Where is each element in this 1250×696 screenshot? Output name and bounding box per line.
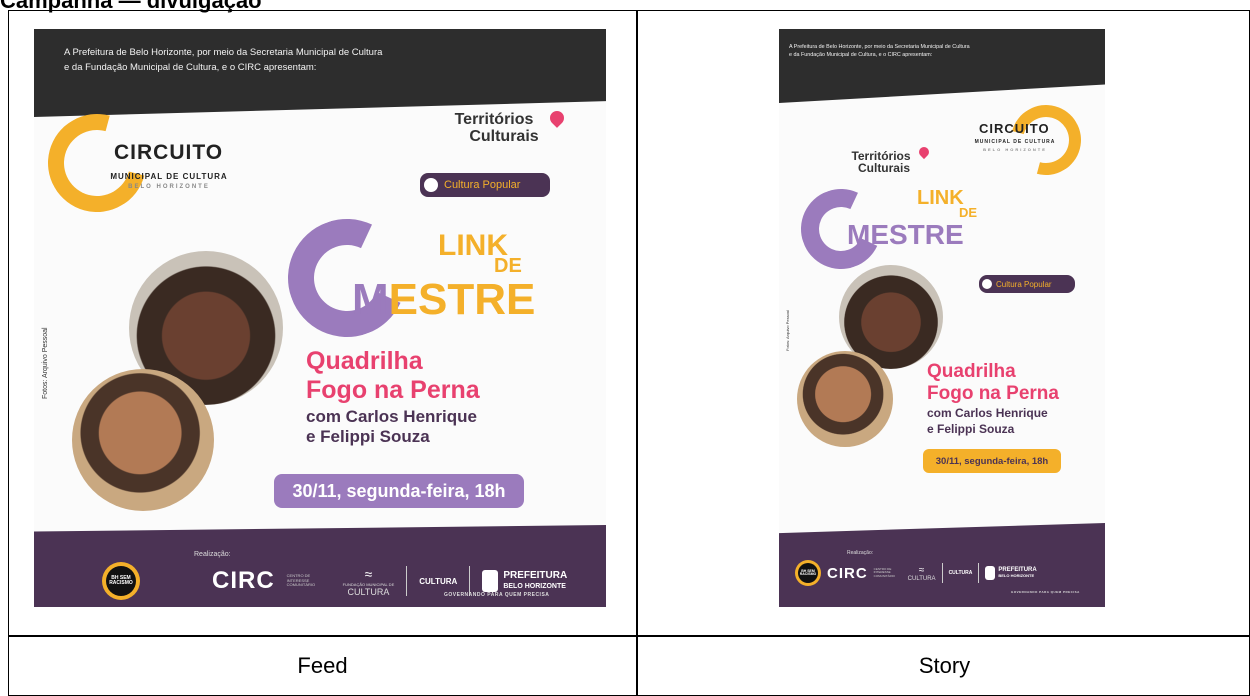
date-text: 30/11, segunda-feira, 18h xyxy=(935,455,1049,467)
bh-sem-racismo-logo: BH SEM RACISMO xyxy=(102,562,140,600)
location-pin-icon xyxy=(547,108,567,128)
com-line1: com Carlos Henrique xyxy=(306,407,477,426)
governando-slogan: GOVERNANDO PARA QUEM PRECISA xyxy=(444,592,550,598)
category-pill: Cultura Popular xyxy=(420,173,550,197)
story-poster: A Prefeitura de Belo Horizonte, por meio… xyxy=(779,29,1105,607)
prefeitura-word: PREFEITURA xyxy=(998,566,1037,573)
intro-band xyxy=(779,29,1105,103)
comparison-table: A Prefeitura de Belo Horizonte, por meio… xyxy=(8,10,1250,696)
circuito-title: CIRCUITO xyxy=(979,121,1050,136)
photo-credit: Fotos: Arquivo Pessoal xyxy=(42,327,49,399)
bh-sem-racismo-logo: BH SEM RACISMO xyxy=(795,560,821,586)
photo-credit: Fotos: Arquivo Pessoal xyxy=(785,310,790,351)
feed-poster: A Prefeitura de Belo Horizonte, por meio… xyxy=(34,29,606,607)
circ-logo: CIRC xyxy=(827,564,868,582)
column-divider xyxy=(636,11,638,695)
quadrilha-line1: Quadrilha xyxy=(927,361,1016,382)
mestre-rest: ESTRE xyxy=(388,275,536,324)
mestre-word: MESTRE xyxy=(352,275,535,325)
circuito-city: BELO HORIZONTE xyxy=(128,184,210,190)
intro-band xyxy=(34,29,606,117)
mestre-text: MESTRE xyxy=(847,219,964,250)
territorios-line2: Culturais xyxy=(857,161,910,175)
intro-text-line2: e da Fundação Municipal de Cultura, e o … xyxy=(789,52,933,58)
fmc-swoosh-icon: ≈ xyxy=(918,564,925,576)
mestre-word: MESTRE xyxy=(847,219,964,251)
intro-text-line2: e da Fundação Municipal de Cultura, e o … xyxy=(64,62,317,73)
realizacao-label: Realização: xyxy=(194,551,231,558)
fmc-swoosh-icon: ≈ xyxy=(364,565,373,582)
belo-horizonte-word: BELO HORIZONTE xyxy=(998,573,1035,578)
photo-felippi-souza xyxy=(72,369,214,511)
circuito-subtitle: MUNICIPAL DE CULTURA xyxy=(110,172,228,181)
caption-story-text: Story xyxy=(918,653,971,678)
prefeitura-text: PREFEITURA BELO HORIZONTE xyxy=(998,567,1036,580)
link-word: LINK xyxy=(917,187,964,209)
com-line2: e Felippi Souza xyxy=(306,427,430,446)
date-banner: 30/11, segunda-feira, 18h xyxy=(274,474,524,508)
category-label: Cultura Popular xyxy=(996,279,1052,289)
territorios-line2: Culturais xyxy=(469,128,539,145)
circuito-subtitle: MUNICIPAL DE CULTURA xyxy=(974,139,1056,145)
category-pill: Cultura Popular xyxy=(979,275,1075,293)
circ-note: CENTRO DE INTERESSE COMUNITÁRIO xyxy=(286,573,316,588)
com-line2: e Felippi Souza xyxy=(927,422,1015,436)
bh-crest-icon xyxy=(482,570,499,592)
intro-text-line1: A Prefeitura de Belo Horizonte, por meio… xyxy=(789,44,970,50)
circuito-city: BELO HORIZONTE xyxy=(983,147,1047,152)
belo-horizonte-word: BELO HORIZONTE xyxy=(503,583,566,590)
bh-sem-racismo-text: BH SEM RACISMO xyxy=(106,566,136,596)
prefeitura-logo: PREFEITURA BELO HORIZONTE xyxy=(985,566,1037,580)
fmc-logo: ≈ CULTURA xyxy=(908,565,936,582)
caption-story: Story xyxy=(638,635,1250,696)
quadrilha-line2: Fogo na Perna xyxy=(306,376,480,404)
mestre-m-letter: M xyxy=(352,275,389,324)
governando-slogan: GOVERNANDO PARA QUEM PRECISA xyxy=(1011,590,1080,594)
quadrilha-line1: Quadrilha xyxy=(306,347,423,375)
circuito-title: CIRCUITO xyxy=(114,141,224,164)
de-word: DE xyxy=(959,205,978,220)
intro-text-line1: A Prefeitura de Belo Horizonte, por meio… xyxy=(64,47,383,58)
bh-crest-icon xyxy=(985,566,996,580)
speech-bubble-icon xyxy=(424,178,438,192)
bh-sem-racismo-text: BH SEM RACISMO xyxy=(798,563,818,583)
logo-divider xyxy=(978,563,980,583)
circ-note: CENTRO DE INTERESSE COMUNITÁRIO xyxy=(873,567,896,578)
logo-divider xyxy=(941,563,943,583)
category-label: Cultura Popular xyxy=(444,179,521,191)
caption-feed: Feed xyxy=(9,635,636,696)
prefeitura-word: PREFEITURA xyxy=(503,569,568,581)
date-banner: 30/11, segunda-feira, 18h xyxy=(923,449,1061,473)
prefeitura-logo: PREFEITURA BELO HORIZONTE xyxy=(482,570,567,592)
date-text: 30/11, segunda-feira, 18h xyxy=(292,480,506,501)
com-line1: com Carlos Henrique xyxy=(927,406,1048,420)
territorios-line1: Territórios xyxy=(454,111,534,128)
quadrilha-line2: Fogo na Perna xyxy=(927,383,1059,404)
photo-felippi-souza xyxy=(797,351,893,447)
cultura-logo: CULTURA xyxy=(419,576,458,586)
realizacao-label: Realização: xyxy=(847,550,874,556)
prefeitura-text: PREFEITURA BELO HORIZONTE xyxy=(503,569,568,592)
caption-feed-text: Feed xyxy=(297,653,348,678)
fmc-cultura: CULTURA xyxy=(907,575,936,582)
cultura-logo: CULTURA xyxy=(948,570,973,576)
fmc-logo: ≈ FUNDAÇÃO MUNICIPAL DE CULTURA xyxy=(343,566,395,597)
speech-bubble-icon xyxy=(982,279,992,289)
logo-divider xyxy=(406,566,408,596)
circ-logo: CIRC xyxy=(212,567,275,594)
sponsor-logos: BH SEM RACISMO CIRC CENTRO DE INTERESSE … xyxy=(795,559,1037,587)
fmc-cultura: CULTURA xyxy=(347,586,390,597)
